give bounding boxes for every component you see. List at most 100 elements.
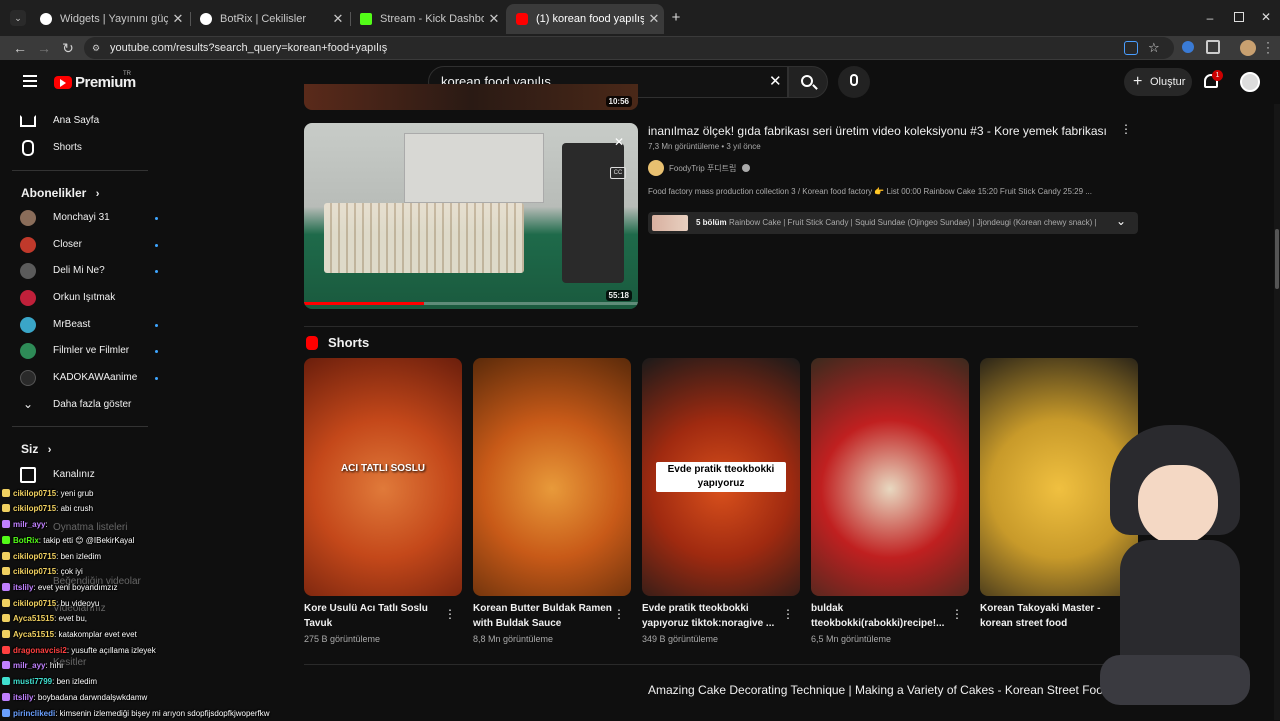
chat-username: milr_ayy	[13, 520, 46, 530]
tab-search-button[interactable]: ⌄	[10, 10, 26, 26]
create-button[interactable]: + Oluştur	[1124, 68, 1192, 96]
captions-icon[interactable]: CC	[610, 167, 626, 179]
page-scrollbar[interactable]	[1274, 104, 1280, 720]
short-title[interactable]: buldak tteokbokki(rabokki)recipe!...	[811, 601, 951, 631]
short-title[interactable]: Korean Butter Buldak Ramen with Buldak S…	[473, 601, 613, 631]
tab-youtube-active[interactable]: (1) korean food yapılış - YouTube ✕	[506, 4, 664, 34]
sidebar-channel[interactable]: Monchayi 31	[20, 208, 160, 228]
site-info-icon[interactable]: ⚙	[92, 42, 104, 54]
chat-message: cikilop0715: ben izledim	[0, 549, 101, 564]
more-options-icon[interactable]: ⋮	[782, 607, 794, 621]
reload-icon[interactable]: ↻	[60, 40, 76, 56]
channel-name: FoodyTrip 푸디트립	[669, 164, 737, 173]
restore-icon[interactable]	[1234, 12, 1244, 22]
voice-search-button[interactable]	[838, 66, 870, 98]
live-indicator	[155, 377, 158, 380]
chat-badge-icon	[2, 692, 10, 701]
close-icon[interactable]: ✕	[644, 11, 664, 27]
window-close-icon[interactable]: ✕	[1260, 10, 1272, 24]
chat-username: musti7799	[13, 677, 53, 687]
chevron-down-icon[interactable]: ⌄	[1116, 214, 1126, 228]
browser-tab-bar: ⌄ Widgets | Yayınını güçlendirme ✕ BotRi…	[0, 0, 1280, 36]
chat-username: Ayca51515	[13, 614, 55, 624]
sidebar-channel[interactable]: Deli Mi Ne?	[20, 261, 160, 281]
chat-message: Ayca51515: evet bu,	[0, 611, 87, 626]
chat-text: :	[45, 520, 48, 530]
back-arrow-icon[interactable]: ←	[12, 40, 28, 56]
profile-avatar[interactable]	[1240, 40, 1256, 56]
sidebar-item-home[interactable]: Ana Sayfa	[20, 111, 140, 131]
browser-menu-icon[interactable]: · · ·	[1266, 36, 1272, 58]
chapter-thumbnail	[652, 215, 688, 231]
chapters-count: 5 bölüm	[696, 218, 727, 227]
tab-favicon	[516, 13, 528, 25]
video-title[interactable]: inanılmaz ölçek! gıda fabrikası seri üre…	[648, 124, 1107, 138]
more-options-icon[interactable]: ⋮	[951, 607, 963, 621]
tab-widgets[interactable]: Widgets | Yayınını güçlendirme ✕	[30, 7, 188, 31]
more-options-icon[interactable]: ⋮	[1120, 122, 1132, 136]
sidebar-channel[interactable]: Closer	[20, 235, 160, 255]
video-thumbnail-previous[interactable]: 10:56	[304, 84, 638, 110]
search-button[interactable]	[788, 66, 828, 98]
sidebar-channel[interactable]: Filmler ve Filmler	[20, 341, 160, 361]
minimize-icon[interactable]: –	[1204, 12, 1216, 24]
close-icon[interactable]: ✕	[484, 11, 504, 27]
progress-track[interactable]	[304, 302, 638, 305]
more-options-icon[interactable]: ⋮	[444, 607, 456, 621]
chat-username: cikilop0715	[13, 567, 57, 577]
sidebar-channel[interactable]: KADOKAWAanime	[20, 368, 160, 388]
sidebar-channel[interactable]: MrBeast	[20, 315, 160, 335]
you-heading[interactable]: Siz ›	[21, 442, 51, 456]
close-icon[interactable]: ✕	[328, 11, 348, 27]
chapters-bar[interactable]: 5 bölüm Rainbow Cake | Fruit Stick Candy…	[648, 212, 1138, 234]
tab-favicon	[40, 13, 52, 25]
extensions-puzzle-icon[interactable]	[1206, 40, 1220, 54]
tab-botrix[interactable]: BotRix | Cekilisler ✕	[190, 7, 348, 31]
logo-country: TR	[123, 71, 131, 77]
video-thumbnail[interactable]: ✕ CC 55:18	[304, 123, 638, 309]
install-app-icon[interactable]	[1124, 41, 1138, 55]
forward-arrow-icon[interactable]: →	[36, 40, 52, 56]
new-tab-icon[interactable]: +	[668, 10, 684, 26]
url-field[interactable]: ⚙ youtube.com/results?search_query=korea…	[84, 37, 1174, 59]
video-description: Food factory mass production collection …	[648, 187, 1092, 196]
chat-badge-icon	[2, 645, 10, 654]
channel-avatar	[20, 237, 36, 253]
section-divider	[304, 326, 1138, 327]
hamburger-menu-icon[interactable]	[23, 75, 37, 87]
channel-avatar	[648, 160, 664, 176]
tab-title: BotRix | Cekilisler	[220, 13, 306, 25]
close-icon[interactable]: ✕	[168, 11, 188, 27]
chat-text: : takip etti 😊 @IBekirKayal	[38, 535, 135, 545]
home-icon	[20, 115, 36, 127]
section-divider	[304, 664, 1138, 665]
next-video-title[interactable]: Amazing Cake Decorating Technique | Maki…	[648, 683, 1110, 697]
short-overlay-text: Evde pratik tteokbokki yapıyoruz	[656, 462, 786, 492]
subscriptions-heading[interactable]: Abonelikler ›	[21, 186, 99, 200]
chat-message: itslily: evet yeni boyandımzız	[0, 580, 118, 595]
video-meta: 7,3 Mn görüntüleme • 3 yıl önce	[648, 142, 761, 151]
short-thumbnail[interactable]	[473, 358, 631, 596]
tab-kick-dashboard[interactable]: Stream - Kick Dashboard ✕	[350, 7, 504, 31]
short-title[interactable]: Evde pratik tteokbokki yapıyoruz tiktok:…	[642, 601, 782, 631]
chat-text: : hıhı	[45, 661, 64, 671]
account-avatar[interactable]	[1240, 72, 1260, 92]
scrollbar-thumb[interactable]	[1275, 229, 1279, 289]
short-thumbnail[interactable]: Evde pratik tteokbokki yapıyoruz	[642, 358, 800, 596]
create-label: Oluştur	[1150, 76, 1186, 88]
channel-avatar	[20, 290, 36, 306]
shorts-icon	[22, 140, 34, 156]
chat-text: : evet bu,	[54, 614, 87, 624]
chat-text: : yusufte açıllama izleyek	[66, 645, 156, 655]
short-thumbnail[interactable]	[811, 358, 969, 596]
sidebar-channel[interactable]: Orkun Işıtmak	[20, 288, 160, 308]
chat-message: musti7799: ben izledim	[0, 674, 97, 689]
mute-icon[interactable]: ✕	[610, 135, 628, 149]
clear-search-icon[interactable]: ✕	[769, 67, 782, 97]
chat-badge-icon	[2, 614, 10, 623]
sidebar-item-shorts[interactable]: Shorts	[20, 138, 140, 158]
show-more-button[interactable]: ⌄ Daha fazla göster	[20, 395, 160, 415]
bookmark-star-icon[interactable]: ☆	[1148, 37, 1160, 59]
more-options-icon[interactable]: ⋮	[613, 607, 625, 621]
extension-icon[interactable]	[1182, 41, 1194, 53]
